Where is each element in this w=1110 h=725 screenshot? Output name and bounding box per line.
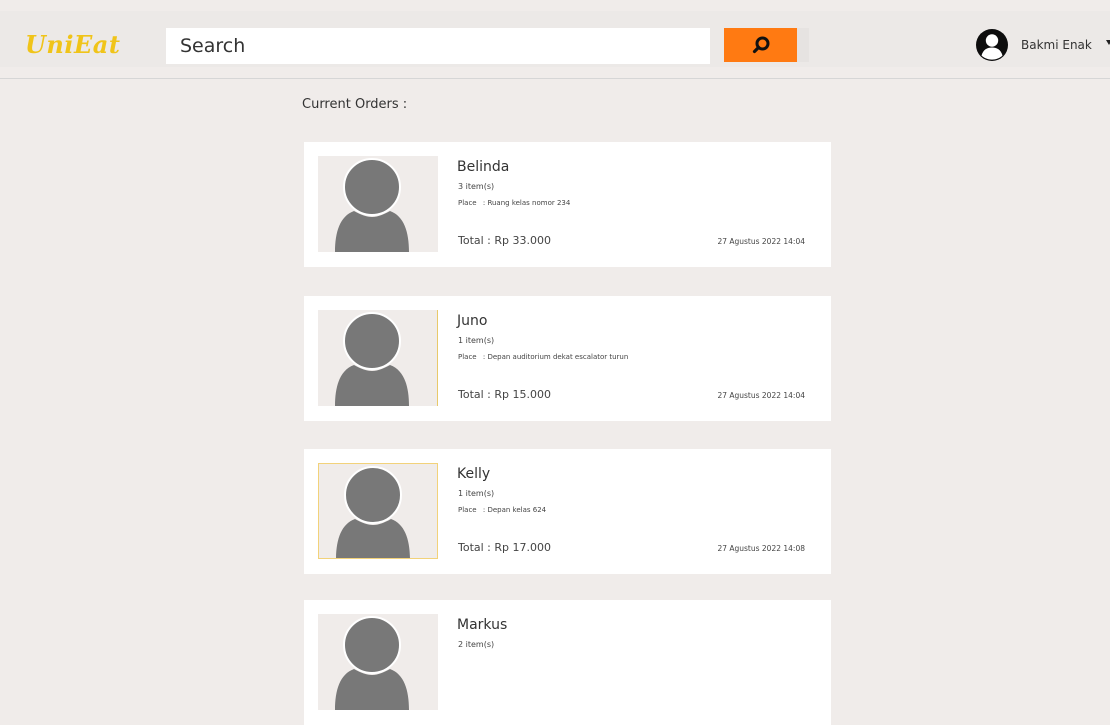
order-total: Total : Rp 15.000 — [458, 388, 551, 401]
place-label: Place — [458, 199, 477, 207]
user-avatar-icon — [976, 29, 1008, 61]
total-amount: Rp 15.000 — [494, 388, 552, 401]
total-label: Total : — [458, 541, 491, 554]
total-label: Total : — [458, 234, 491, 247]
delivery-place: Place : Depan auditorium dekat escalator… — [458, 353, 628, 361]
customer-photo — [318, 614, 438, 710]
search-button[interactable] — [724, 28, 797, 62]
order-timestamp: 27 Agustus 2022 14:08 — [717, 544, 805, 553]
person-placeholder-icon — [335, 616, 409, 710]
customer-name: Belinda — [457, 159, 510, 175]
item-count: 1 item(s) — [458, 336, 495, 345]
user-name: Bakmi Enak — [1021, 38, 1092, 52]
person-placeholder-icon — [335, 158, 409, 252]
order-timestamp: 27 Agustus 2022 14:04 — [717, 237, 805, 246]
person-placeholder-icon — [335, 312, 409, 406]
item-count: 2 item(s) — [458, 640, 495, 649]
customer-name: Kelly — [457, 466, 491, 482]
item-count: 1 item(s) — [458, 489, 495, 498]
total-amount: Rp 33.000 — [494, 234, 552, 247]
customer-photo — [318, 156, 438, 252]
place-value: : Depan auditorium dekat escalator turun — [482, 353, 629, 361]
order-card[interactable]: Markus 2 item(s) — [304, 600, 831, 725]
order-timestamp: 27 Agustus 2022 14:04 — [717, 391, 805, 400]
order-total: Total : Rp 33.000 — [458, 234, 551, 247]
customer-photo — [318, 310, 438, 406]
current-orders-title: Current Orders : — [302, 97, 408, 112]
total-label: Total : — [458, 388, 491, 401]
delivery-place: Place : Ruang kelas nomor 234 — [458, 199, 570, 207]
place-value: : Ruang kelas nomor 234 — [482, 199, 571, 207]
search-button-edge — [797, 28, 809, 62]
delivery-place: Place : Depan kelas 624 — [458, 506, 546, 514]
chevron-down-icon[interactable] — [1106, 40, 1110, 45]
place-label: Place — [458, 506, 477, 514]
total-amount: Rp 17.000 — [494, 541, 552, 554]
customer-name: Markus — [457, 617, 508, 633]
order-total: Total : Rp 17.000 — [458, 541, 551, 554]
top-navigation-bar: UniEat Bakmi Enak — [0, 0, 1110, 79]
item-count: 3 item(s) — [458, 182, 495, 191]
app-logo[interactable]: UniEat — [25, 30, 120, 59]
search-input[interactable] — [166, 28, 710, 64]
order-card[interactable]: Belinda 3 item(s) Place : Ruang kelas no… — [304, 142, 831, 267]
order-card[interactable]: Kelly 1 item(s) Place : Depan kelas 624 … — [304, 449, 831, 574]
person-placeholder-icon — [336, 466, 410, 558]
order-card[interactable]: Juno 1 item(s) Place : Depan auditorium … — [304, 296, 831, 421]
customer-name: Juno — [457, 313, 488, 329]
search-icon — [752, 36, 769, 54]
customer-photo — [318, 463, 438, 559]
place-value: : Depan kelas 624 — [482, 506, 547, 514]
place-label: Place — [458, 353, 477, 361]
user-menu[interactable]: Bakmi Enak — [975, 27, 1092, 63]
